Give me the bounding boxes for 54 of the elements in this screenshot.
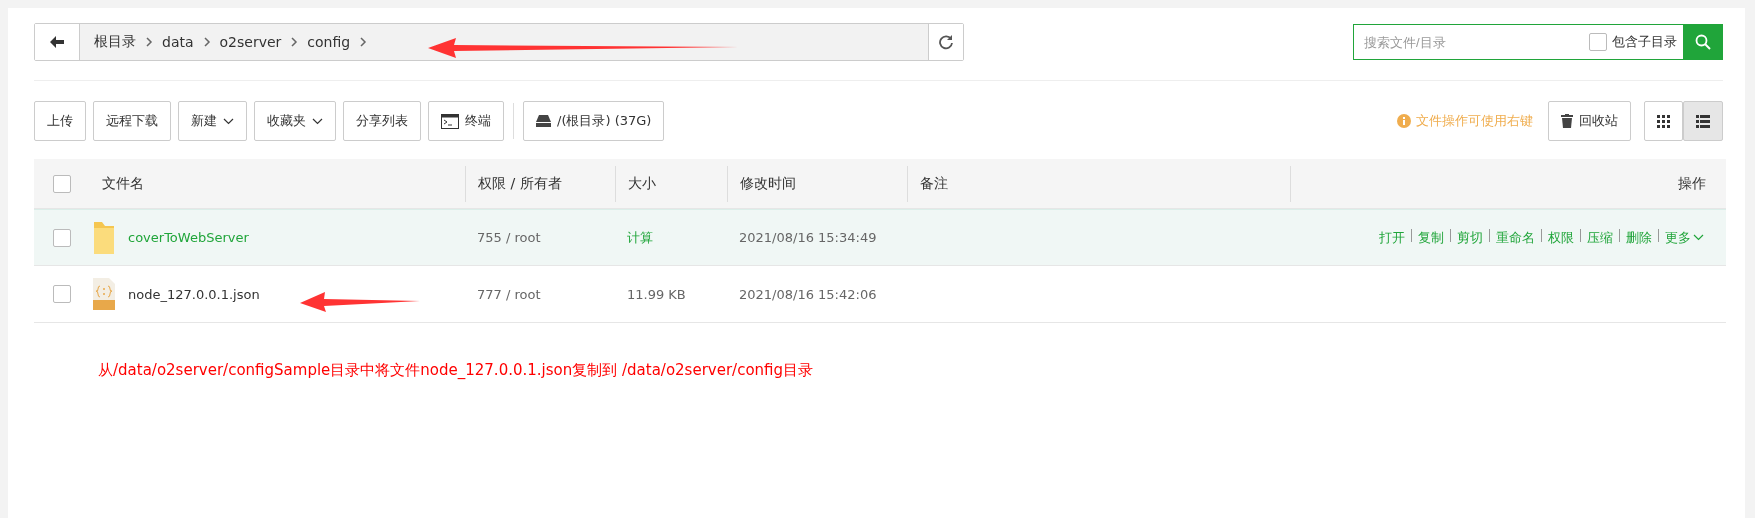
breadcrumb-link[interactable]: data: [158, 34, 198, 50]
include-subdirs-checkbox[interactable]: 包含子目录: [1589, 33, 1677, 51]
caret-icon: [223, 117, 234, 125]
table-cell-text: 11.99 KB: [626, 286, 687, 302]
caret-icon: [1693, 234, 1704, 241]
disk-icon: [536, 115, 551, 127]
annotation-text: 从/data/o2server/configSample目录中将文件node_127.0.0.1.json复制到 /data/o2server/config目录: [98, 361, 815, 380]
file-name-link[interactable]: node_127.0.0.1.json: [128, 286, 260, 302]
view-toggle[interactable]: [1644, 101, 1683, 141]
column-header: 操作: [1290, 165, 1726, 202]
search-button[interactable]: [1683, 24, 1723, 60]
table-cell-text: 777 / root: [476, 286, 542, 302]
table-cell-text: 755 / root: [476, 230, 542, 245]
hint-text: 文件操作可使用右键: [1416, 112, 1533, 130]
info-icon: [1397, 114, 1411, 128]
column-header: 文件名: [101, 173, 145, 193]
select-all-checkbox[interactable]: [53, 174, 71, 193]
column-header: 权限 / 所有者: [465, 165, 615, 202]
table-cell-text: 2021/08/16 15:42:06: [738, 286, 878, 302]
chevron-icon: [289, 37, 300, 47]
row-checkbox[interactable]: [53, 228, 71, 247]
toolbar-button[interactable]: 分享列表: [343, 101, 421, 141]
breadcrumb-link[interactable]: config: [303, 34, 355, 50]
checkbox[interactable]: [1589, 33, 1607, 51]
column-header: 大小: [615, 165, 727, 202]
refresh-icon: [938, 34, 954, 50]
view-toggle[interactable]: [1683, 101, 1723, 141]
column-header: 修改时间: [727, 165, 907, 202]
toolbar-button[interactable]: 远程下载: [93, 101, 171, 141]
toolbar-button[interactable]: 收藏夹: [254, 101, 336, 141]
grid-icon: [1657, 114, 1670, 128]
column-header: 备注: [907, 165, 1290, 202]
chevron-icon: [144, 37, 154, 47]
json-file-icon: [92, 278, 116, 310]
toolbar-button[interactable]: 新建: [178, 101, 247, 141]
chevron-icon: [201, 37, 212, 47]
search-icon: [1695, 34, 1711, 50]
toolbar-button[interactable]: 上传: [34, 101, 86, 141]
caret-icon: [312, 117, 323, 125]
toolbar-button[interactable]: 终端: [428, 101, 504, 141]
breadcrumb-link[interactable]: o2server: [215, 34, 286, 50]
chevron-icon: [358, 37, 369, 47]
folder-icon: [92, 221, 116, 254]
disk-button[interactable]: /(根目录) (37G): [523, 101, 665, 141]
search-field[interactable]: 搜索文件/目录 包含子目录: [1353, 24, 1723, 60]
trash-icon: [1561, 114, 1573, 128]
terminal-icon: [441, 113, 459, 129]
table-cell-text: 2021/08/16 15:34:49: [738, 230, 878, 245]
arrow-left-icon: [50, 36, 64, 48]
breadcrumb-link[interactable]: 根目录: [90, 33, 140, 51]
row-checkbox[interactable]: [53, 285, 71, 303]
recycle-bin-button[interactable]: 回收站: [1548, 101, 1631, 141]
list-icon: [1696, 114, 1710, 128]
checkbox-label: 包含子目录: [1612, 33, 1677, 51]
